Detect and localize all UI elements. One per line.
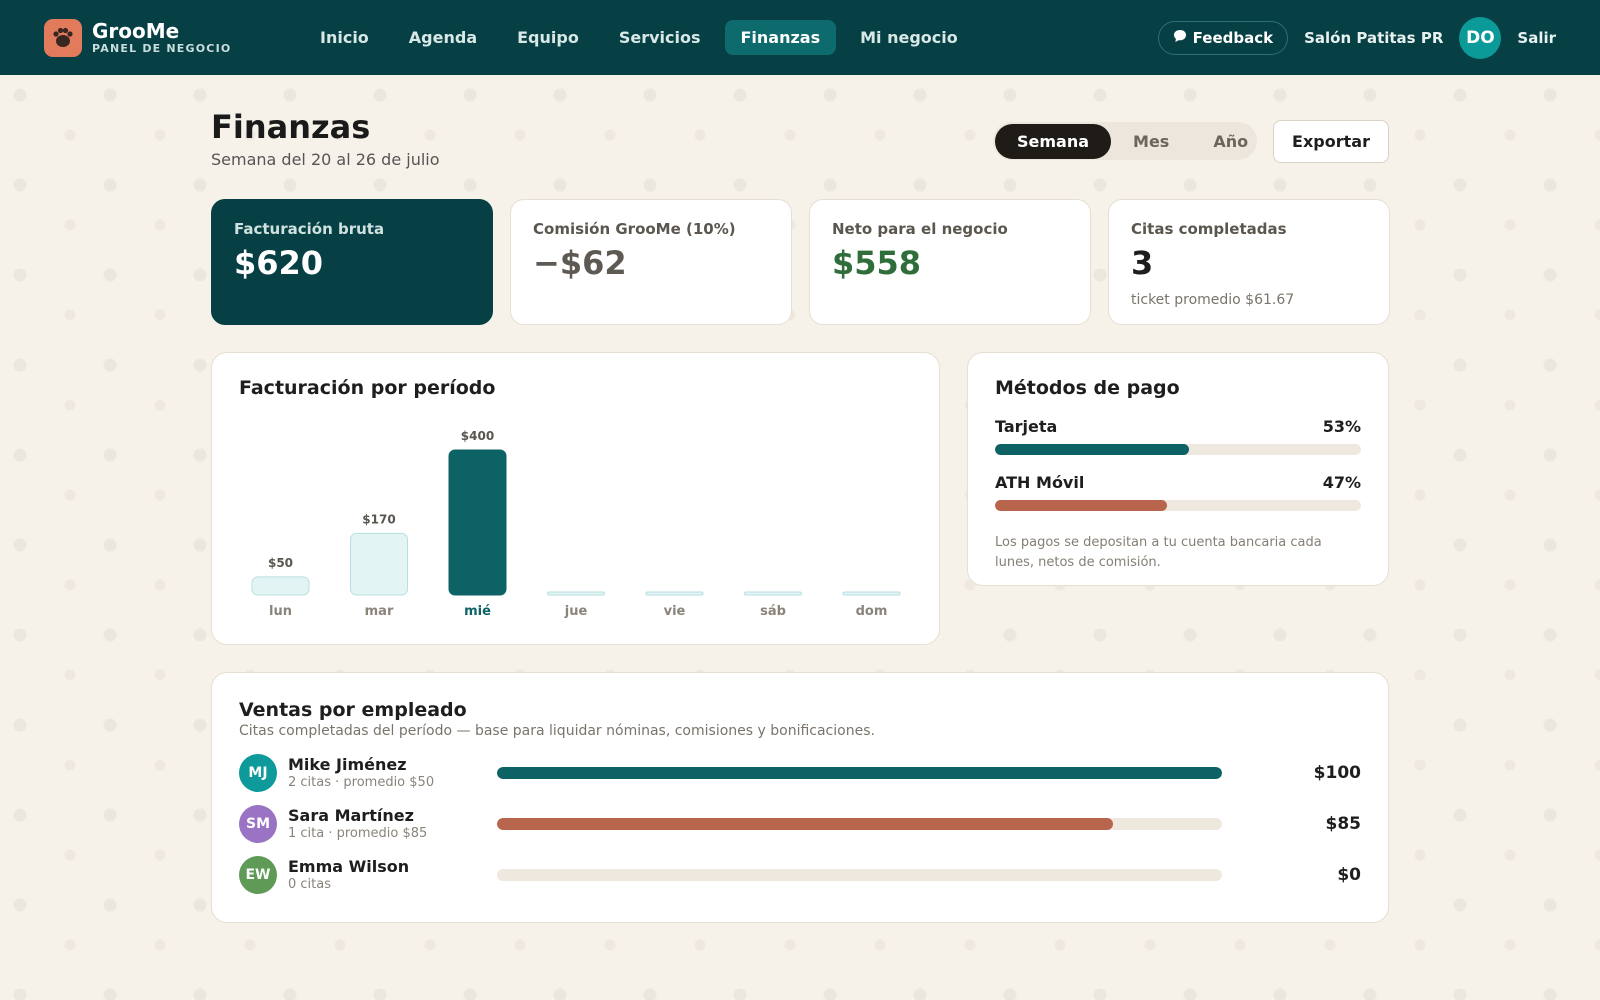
kpi-card-commission: Comisión GrooMe (10%) −$62 <box>510 199 792 325</box>
employee-meta: 1 cita · promedio $85 <box>288 826 428 841</box>
nav-item-inicio[interactable]: Inicio <box>304 20 385 55</box>
x-tick-label: jue <box>564 604 588 619</box>
period-option-ano[interactable]: Año <box>1191 124 1270 159</box>
payment-method-row: ATH Móvil 47% <box>995 473 1361 511</box>
chat-bubble-icon <box>1173 29 1187 47</box>
kpi-value: $620 <box>234 244 324 282</box>
payment-method-track <box>995 444 1361 455</box>
employee-list: MJ Mike Jiménez 2 citas · promedio $50 $… <box>239 747 1361 900</box>
employee-name: Sara Martínez <box>288 806 414 825</box>
bar-jue[interactable] <box>547 591 605 596</box>
x-tick-label: dom <box>856 604 888 619</box>
nav-item-finanzas[interactable]: Finanzas <box>724 20 837 55</box>
kpi-label: Citas completadas <box>1131 220 1287 238</box>
kpi-note: ticket promedio $61.67 <box>1131 292 1295 308</box>
employee-meta: 0 citas <box>288 877 331 892</box>
export-button[interactable]: Exportar <box>1273 120 1389 163</box>
x-tick-label: mié <box>464 604 491 619</box>
payment-method-track <box>995 500 1361 511</box>
kpi-card-net: Neto para el negocio $558 <box>809 199 1091 325</box>
bar-value-label: $170 <box>362 512 395 526</box>
page-subtitle: Semana del 20 al 26 de julio <box>211 150 440 169</box>
brand[interactable]: GrooMe PANEL DE NEGOCIO <box>44 18 284 57</box>
bar-dom[interactable] <box>842 591 901 596</box>
payment-method-fill <box>995 444 1189 455</box>
period-option-mes[interactable]: Mes <box>1111 124 1191 159</box>
bar-value-label: $50 <box>268 556 293 570</box>
employee-row[interactable]: EW Emma Wilson 0 citas $0 <box>239 849 1361 900</box>
employee-amount: $0 <box>1337 864 1361 885</box>
employee-sales-title: Ventas por empleado <box>239 699 467 721</box>
employee-sales-fill <box>497 817 1114 830</box>
nav-item-mi-negocio[interactable]: Mi negocio <box>844 20 974 55</box>
payment-method-row: Tarjeta 53% <box>995 417 1361 455</box>
employee-avatar: EW <box>239 855 277 894</box>
bar-mar[interactable] <box>350 532 408 596</box>
feedback-label: Feedback <box>1192 28 1274 47</box>
payment-method-fill <box>995 500 1168 511</box>
employee-meta: 2 citas · promedio $50 <box>288 775 435 790</box>
payment-method-percent: 47% <box>1322 473 1361 492</box>
payment-method-percent: 53% <box>1322 417 1361 436</box>
employee-name: Emma Wilson <box>288 857 410 876</box>
brand-subtitle: PANEL DE NEGOCIO <box>92 42 232 55</box>
payment-note: Los pagos se depositan a tu cuenta banca… <box>995 535 1322 570</box>
user-avatar[interactable]: DO <box>1459 16 1502 59</box>
paw-logo-icon <box>44 18 82 57</box>
bar-mié[interactable] <box>448 449 507 596</box>
kpi-label: Facturación bruta <box>234 220 385 238</box>
employee-amount: $85 <box>1325 813 1362 834</box>
payment-methods-panel: Métodos de pago Tarjeta 53% ATH Móvil 47… <box>967 352 1389 586</box>
kpi-value: −$62 <box>533 244 627 282</box>
nav-item-equipo[interactable]: Equipo <box>501 20 595 55</box>
bar-sáb[interactable] <box>744 591 802 596</box>
employee-sales-fill <box>497 766 1222 779</box>
payment-method-name: Tarjeta <box>995 417 1058 436</box>
feedback-button[interactable]: Feedback <box>1157 20 1289 55</box>
brand-name: GrooMe <box>92 19 180 43</box>
nav-item-servicios[interactable]: Servicios <box>603 20 717 55</box>
bar-lun[interactable] <box>251 576 310 596</box>
employee-sales-subtitle: Citas completadas del período — base par… <box>239 723 875 739</box>
x-tick-label: sáb <box>760 604 786 619</box>
employee-sales-track <box>497 766 1222 779</box>
employee-name: Mike Jiménez <box>288 755 407 774</box>
revenue-chart-panel: Facturación por período $50 lun $170 mar $40… <box>211 352 940 645</box>
nav-item-agenda[interactable]: Agenda <box>393 20 493 55</box>
employee-amount: $100 <box>1313 762 1361 783</box>
x-tick-label: mar <box>365 604 394 619</box>
employee-avatar: MJ <box>239 753 277 792</box>
kpi-label: Comisión GrooMe (10%) <box>533 220 736 238</box>
page-title: Finanzas <box>211 108 371 146</box>
payment-method-name: ATH Móvil <box>995 473 1085 492</box>
period-toggle: Semana Mes Año <box>993 122 1257 160</box>
employee-avatar: SM <box>239 804 277 843</box>
employee-sales-track <box>497 817 1222 830</box>
employee-row[interactable]: SM Sara Martínez 1 cita · promedio $85 $… <box>239 798 1361 849</box>
x-tick-label: lun <box>269 604 292 619</box>
bar-vie[interactable] <box>645 591 704 596</box>
business-name[interactable]: Salón Patitas PR <box>1304 29 1443 47</box>
kpi-value: $558 <box>832 244 922 282</box>
main-nav: Inicio Agenda Equipo Servicios Finanzas … <box>304 20 974 55</box>
period-option-semana[interactable]: Semana <box>995 123 1112 159</box>
logout-link[interactable]: Salir <box>1517 29 1556 47</box>
revenue-bar-chart: $50 lun $170 mar $400 mié jue vie sáb dom <box>251 429 901 619</box>
kpi-card-appointments: Citas completadas 3 ticket promedio $61.… <box>1108 199 1390 325</box>
top-navigation-bar: GrooMe PANEL DE NEGOCIO Inicio Agenda Eq… <box>0 0 1600 75</box>
kpi-value: 3 <box>1131 244 1154 282</box>
bar-value-label: $400 <box>461 429 494 443</box>
employee-sales-track <box>497 868 1222 881</box>
page-header: Finanzas Semana del 20 al 26 de julio <box>211 108 440 169</box>
kpi-card-gross: Facturación bruta $620 <box>211 199 493 325</box>
employee-sales-panel: Ventas por empleado Citas completadas de… <box>211 672 1389 923</box>
x-tick-label: vie <box>664 604 686 619</box>
kpi-label: Neto para el negocio <box>832 220 1008 238</box>
employee-row[interactable]: MJ Mike Jiménez 2 citas · promedio $50 $… <box>239 747 1361 798</box>
payment-methods-title: Métodos de pago <box>995 377 1180 399</box>
